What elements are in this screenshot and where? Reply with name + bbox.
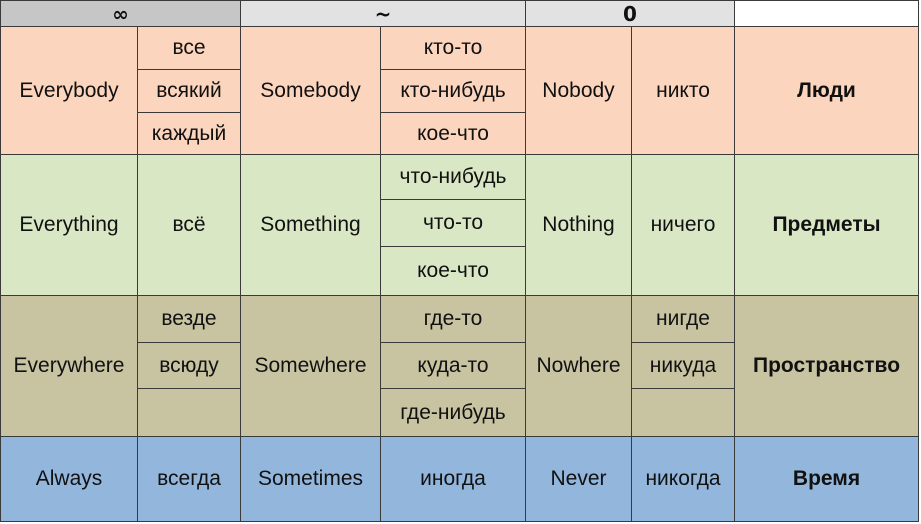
- people-russian-all-1: все: [138, 27, 241, 70]
- header-all-symbol: ∞: [0, 0, 241, 27]
- people-russian-some-1: кто-то: [381, 27, 526, 70]
- place-english-some: Somewhere: [241, 296, 381, 437]
- people-russian-some-2: кто-нибудь: [381, 70, 526, 113]
- time-english-some: Sometimes: [241, 437, 381, 522]
- things-russian-all: всё: [138, 155, 241, 296]
- pronoun-table: ∞ ~ 0 Everybody все всякий каждый Somebo…: [0, 0, 919, 522]
- people-russian-all-2: всякий: [138, 70, 241, 113]
- place-english-all: Everywhere: [0, 296, 138, 437]
- things-russian-none: ничего: [632, 155, 735, 296]
- time-russian-none: никогда: [632, 437, 735, 522]
- header-some-symbol: ~: [241, 0, 526, 27]
- place-category: Пространство: [735, 296, 919, 437]
- place-russian-all-3: [138, 389, 241, 437]
- people-english-some: Somebody: [241, 27, 381, 155]
- time-russian-all: всегда: [138, 437, 241, 522]
- place-russian-none-1: нигде: [632, 296, 735, 343]
- things-russian-some-3: кое-что: [381, 247, 526, 296]
- time-russian-some: иногда: [381, 437, 526, 522]
- people-english-none: Nobody: [526, 27, 632, 155]
- place-russian-all-1: везде: [138, 296, 241, 343]
- place-russian-some-1: где-то: [381, 296, 526, 343]
- time-english-all: Always: [0, 437, 138, 522]
- things-english-all: Everything: [0, 155, 138, 296]
- time-category: Время: [735, 437, 919, 522]
- things-english-some: Something: [241, 155, 381, 296]
- things-english-none: Nothing: [526, 155, 632, 296]
- place-russian-some-2: куда-то: [381, 343, 526, 389]
- people-russian-all-3: каждый: [138, 113, 241, 155]
- place-russian-some-3: где-нибудь: [381, 389, 526, 437]
- place-russian-all-2: всюду: [138, 343, 241, 389]
- things-russian-some-1: что-нибудь: [381, 155, 526, 200]
- place-russian-none-3: [632, 389, 735, 437]
- people-category: Люди: [735, 27, 919, 155]
- header-none-symbol: 0: [526, 0, 735, 27]
- time-english-none: Never: [526, 437, 632, 522]
- place-english-none: Nowhere: [526, 296, 632, 437]
- people-english-all: Everybody: [0, 27, 138, 155]
- header-blank: [735, 0, 919, 27]
- people-russian-some-3: кое-что: [381, 113, 526, 155]
- people-russian-none: никто: [632, 27, 735, 155]
- things-category: Предметы: [735, 155, 919, 296]
- things-russian-some-2: что-то: [381, 200, 526, 247]
- place-russian-none-2: никуда: [632, 343, 735, 389]
